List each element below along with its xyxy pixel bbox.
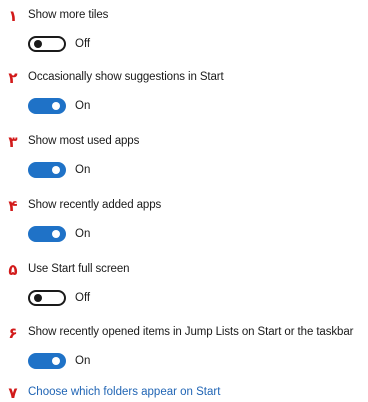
setting-label: Show most used apps: [28, 135, 140, 147]
toggle-state-label: On: [75, 355, 91, 367]
toggle-row: On: [28, 224, 90, 244]
toggle-state-label: Off: [75, 38, 91, 50]
toggle-knob: [34, 40, 42, 48]
toggle-row: Off: [28, 288, 90, 308]
setting-label: Show recently opened items in Jump Lists…: [28, 326, 354, 338]
toggle-row: On: [28, 160, 90, 180]
number-marker: ٢: [8, 69, 18, 87]
toggle-knob: [34, 294, 42, 302]
start-settings-panel: ١ Show more tiles Off ٢ Occasionally sho…: [0, 0, 368, 402]
setting-label: Show recently added apps: [28, 199, 162, 211]
toggle-row: On: [28, 96, 90, 116]
number-marker: ۶: [8, 324, 18, 342]
toggle-knob: [52, 102, 60, 110]
recently-added-apps-toggle[interactable]: [28, 226, 66, 242]
toggle-knob: [52, 357, 60, 365]
choose-folders-link[interactable]: Choose which folders appear on Start: [28, 386, 220, 398]
number-marker: ٧: [8, 384, 18, 402]
setting-label: Show more tiles: [28, 9, 109, 21]
toggle-state-label: On: [75, 100, 91, 112]
setting-label: Occasionally show suggestions in Start: [28, 71, 224, 83]
toggle-knob: [52, 166, 60, 174]
number-marker: ٣: [8, 133, 18, 151]
toggle-state-label: Off: [75, 292, 91, 304]
setting-label: Use Start full screen: [28, 263, 130, 275]
number-marker: ۵: [8, 261, 18, 279]
show-more-tiles-toggle[interactable]: [28, 36, 66, 52]
show-suggestions-toggle[interactable]: [28, 98, 66, 114]
number-marker: ۴: [8, 197, 18, 215]
jump-lists-toggle[interactable]: [28, 353, 66, 369]
toggle-state-label: On: [75, 228, 91, 240]
toggle-row: On: [28, 351, 90, 371]
toggle-row: Off: [28, 34, 90, 54]
most-used-apps-toggle[interactable]: [28, 162, 66, 178]
toggle-knob: [52, 230, 60, 238]
start-full-screen-toggle[interactable]: [28, 290, 66, 306]
toggle-state-label: On: [75, 164, 91, 176]
number-marker: ١: [8, 7, 18, 25]
